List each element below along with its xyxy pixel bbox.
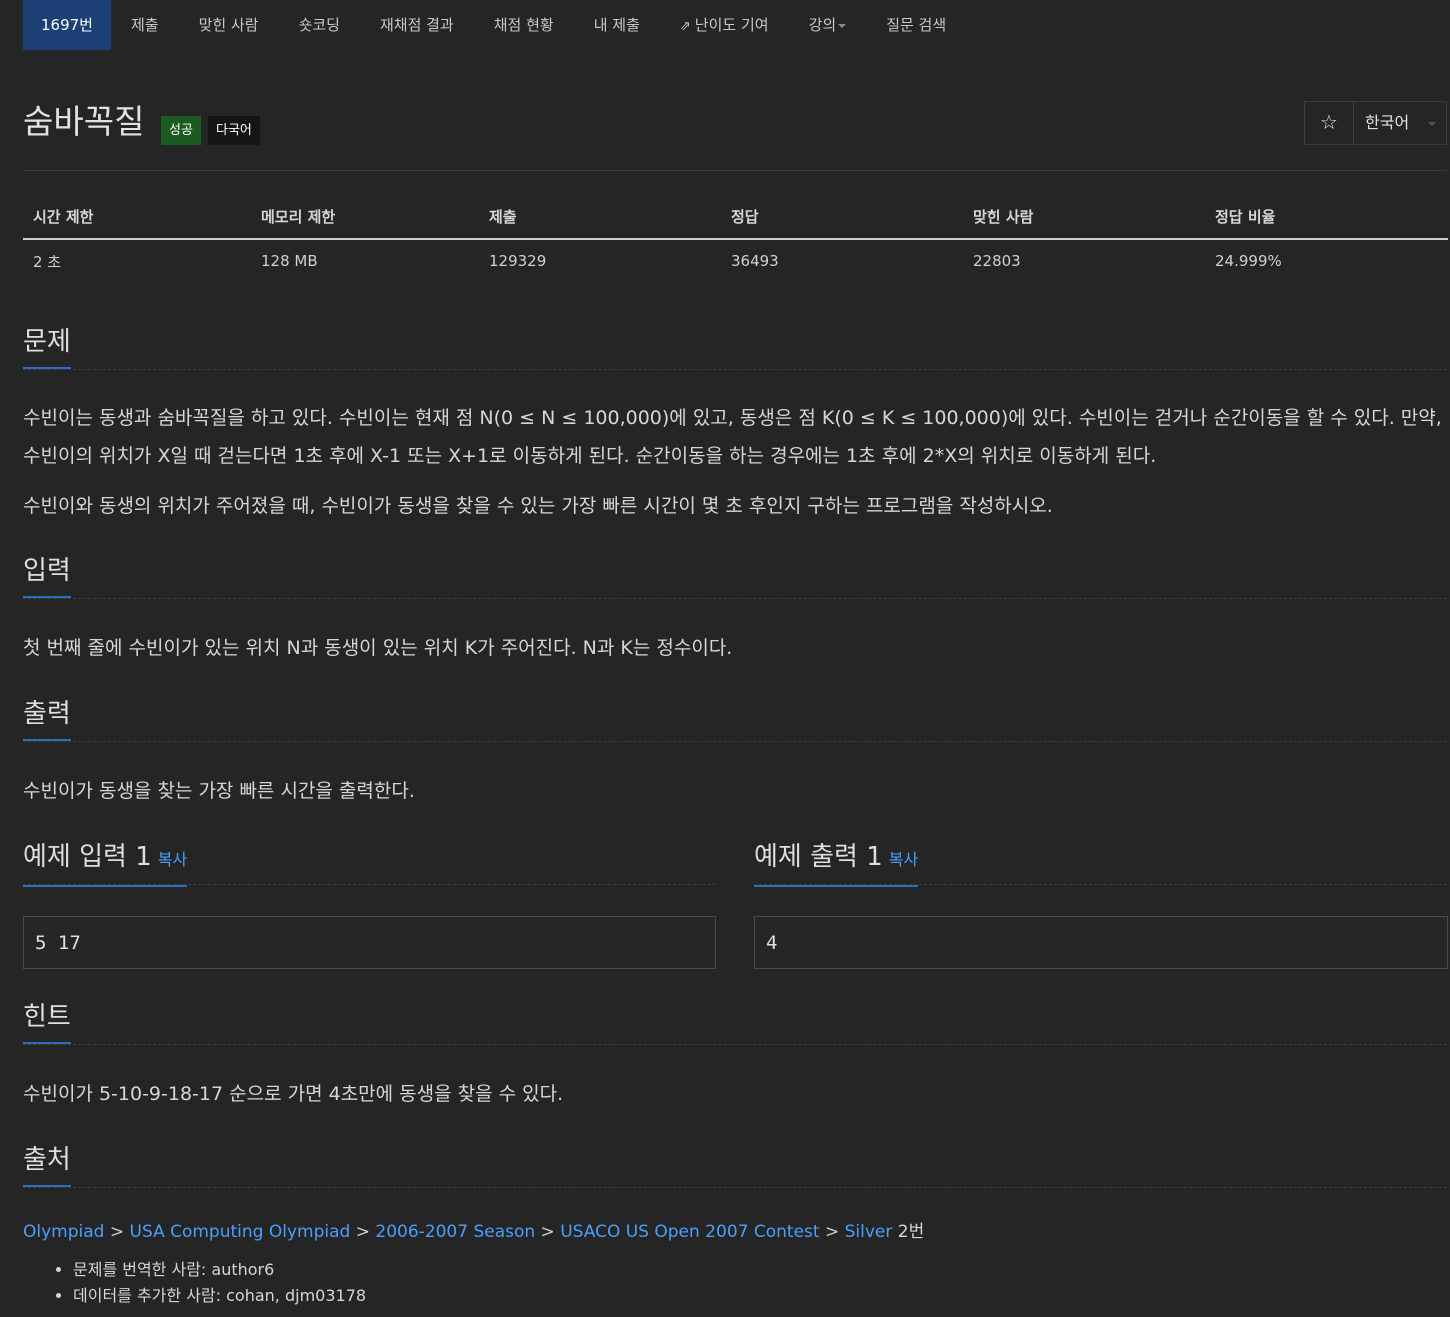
- output-description: 수빈이가 동생을 찾는 가장 빠른 시간을 출력한다.: [23, 780, 415, 802]
- sample-input-header: 예제 입력 1 복사: [23, 840, 716, 887]
- copy-sample-output-button[interactable]: 복사: [889, 850, 918, 869]
- hint-section-heading: 힌트: [23, 1000, 71, 1044]
- nav-submit[interactable]: 제출: [111, 0, 179, 50]
- table-header: 맞힌 사람: [963, 194, 1205, 240]
- nav-question-search[interactable]: 질문 검색: [866, 0, 966, 50]
- input-description: 첫 번째 줄에 수빈이가 있는 위치 N과 동생이 있는 위치 K가 주어진다.…: [23, 637, 733, 659]
- source-link-olympiad[interactable]: Olympiad: [23, 1222, 104, 1242]
- input-section-heading: 입력: [23, 554, 71, 598]
- nav-lectures-label: 강의: [808, 16, 837, 34]
- credits-list: 문제를 번역한 사람: author6 데이터를 추가한 사람: cohan, …: [33, 1257, 366, 1309]
- table-cell: 36493: [731, 252, 779, 270]
- chevron-down-icon: [1428, 122, 1436, 126]
- status-badge-multilang: 다국어: [208, 116, 260, 145]
- copy-sample-input-button[interactable]: 복사: [158, 850, 187, 869]
- table-cell: 2 초: [33, 252, 62, 271]
- sample-input-title: 예제 입력 1: [23, 842, 152, 872]
- source-link-usaco[interactable]: USA Computing Olympiad: [130, 1222, 351, 1242]
- breadcrumb-separator: >: [824, 1222, 840, 1242]
- source-breadcrumb: Olympiad > USA Computing Olympiad > 2006…: [23, 1218, 924, 1246]
- chevron-down-icon: [838, 23, 847, 28]
- problem-info-table: 시간 제한 메모리 제한 제출 정답 맞힌 사람 정답 비율 2 초 128 M…: [23, 194, 1448, 282]
- table-header-row: 시간 제한 메모리 제한 제출 정답 맞힌 사람 정답 비율: [23, 194, 1448, 240]
- table-cell: 129329: [489, 252, 547, 270]
- nav-difficulty-label: 난이도 기여: [694, 16, 769, 34]
- table-header: 시간 제한: [23, 194, 251, 240]
- sample-output-header: 예제 출력 1 복사: [754, 840, 1447, 887]
- output-section-header: 출력: [23, 697, 1447, 742]
- nav-judge-status[interactable]: 채점 현황: [474, 0, 574, 50]
- external-link-icon: ⇗: [679, 19, 691, 34]
- nav-solved-users[interactable]: 맞힌 사람: [179, 0, 279, 50]
- output-section-heading: 출력: [23, 697, 71, 741]
- favorite-button[interactable]: ☆: [1305, 102, 1354, 144]
- hint-section-header: 힌트: [23, 1000, 1447, 1045]
- nav-problem-number[interactable]: 1697번: [23, 0, 111, 50]
- input-section-header: 입력: [23, 554, 1447, 599]
- source-section-heading: 출처: [23, 1143, 71, 1187]
- problem-description-2: 수빈이와 동생의 위치가 주어졌을 때, 수빈이가 동생을 찾을 수 있는 가장…: [23, 495, 1053, 517]
- nav-short-coding[interactable]: 숏코딩: [279, 0, 360, 50]
- source-problem-number: 2번: [897, 1222, 925, 1242]
- language-label: 한국어: [1365, 113, 1410, 132]
- breadcrumb-separator: >: [109, 1222, 125, 1242]
- sample-input-heading: 예제 입력 1 복사: [23, 840, 188, 887]
- problem-section-heading: 문제: [23, 325, 71, 369]
- table-header: 정답: [721, 194, 963, 240]
- list-item: 데이터를 추가한 사람: cohan, djm03178: [73, 1283, 366, 1309]
- problem-nav: 1697번 제출 맞힌 사람 숏코딩 재채점 결과 채점 현황 내 제출 ⇗ 난이…: [23, 0, 966, 50]
- breadcrumb-separator: >: [355, 1222, 370, 1242]
- breadcrumb-separator: >: [540, 1222, 555, 1242]
- problem-header: 숨바꼭질 성공 다국어 ☆ 한국어: [23, 100, 1447, 171]
- list-item: 문제를 번역한 사람: author6: [73, 1257, 366, 1283]
- language-select[interactable]: 한국어: [1354, 102, 1446, 144]
- table-cell: 22803: [973, 252, 1021, 270]
- sample-output-title: 예제 출력 1: [754, 842, 883, 872]
- problem-section-header: 문제: [23, 325, 1447, 370]
- problem-description: 수빈이는 동생과 숨바꼭질을 하고 있다. 수빈이는 현재 점 N(0 ≤ N …: [23, 407, 1442, 467]
- header-button-group: ☆ 한국어: [1304, 101, 1447, 145]
- nav-rejudge-results[interactable]: 재채점 결과: [360, 0, 474, 50]
- nav-difficulty-contribution[interactable]: ⇗ 난이도 기여: [660, 0, 789, 50]
- table-row: 2 초 128 MB 129329 36493 22803 24.999%: [23, 239, 1448, 282]
- table-cell: 24.999%: [1215, 252, 1282, 270]
- source-link-season[interactable]: 2006-2007 Season: [375, 1222, 535, 1242]
- nav-my-submissions[interactable]: 내 제출: [574, 0, 660, 50]
- nav-lectures-dropdown[interactable]: 강의: [789, 0, 867, 50]
- status-badge-success: 성공: [161, 116, 201, 145]
- star-icon: ☆: [1320, 110, 1338, 134]
- table-header: 메모리 제한: [251, 194, 479, 240]
- source-link-contest[interactable]: USACO US Open 2007 Contest: [560, 1222, 819, 1242]
- table-header: 제출: [479, 194, 721, 240]
- source-section-header: 출처: [23, 1143, 1447, 1188]
- problem-title: 숨바꼭질: [23, 102, 145, 141]
- table-cell: 128 MB: [261, 252, 318, 270]
- table-header: 정답 비율: [1205, 194, 1448, 240]
- hint-description: 수빈이가 5-10-9-18-17 순으로 가면 4초만에 동생을 찾을 수 있…: [23, 1083, 564, 1105]
- source-link-division[interactable]: Silver: [845, 1222, 893, 1242]
- sample-output-box[interactable]: 4: [754, 916, 1448, 969]
- sample-input-box[interactable]: 5 17: [23, 916, 716, 969]
- sample-output-heading: 예제 출력 1 복사: [754, 840, 919, 887]
